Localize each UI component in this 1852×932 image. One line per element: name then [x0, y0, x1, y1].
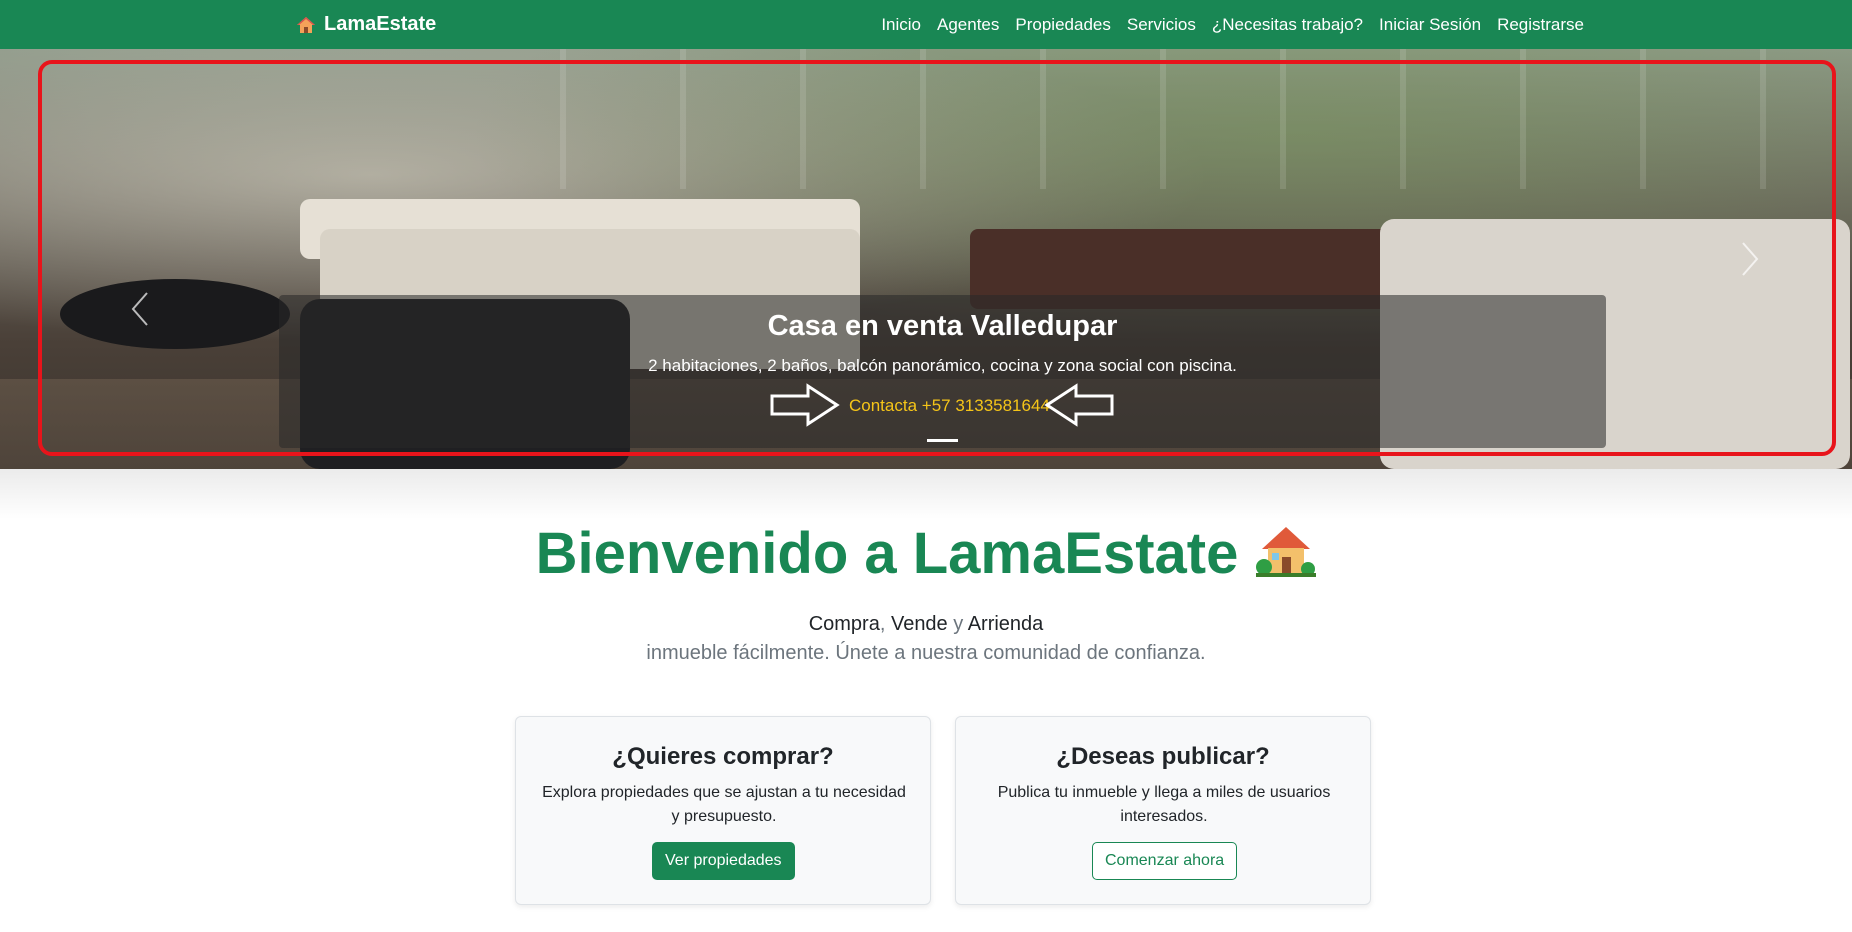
welcome-subtagline: inmueble fácilmente. Únete a nuestra com… [646, 642, 1206, 664]
welcome-title-text: Bienvenido a LamaEstate [535, 521, 1239, 586]
nav-link-trabajo[interactable]: ¿Necesitas trabajo? [1212, 15, 1363, 35]
house-with-garden-icon [1256, 527, 1317, 577]
highlight-outline [38, 60, 1836, 456]
welcome-tagline: Compra, Vende y Arrienda [0, 613, 1852, 636]
nav-link-agentes[interactable]: Agentes [937, 15, 999, 35]
house-icon [297, 16, 315, 33]
buy-card: ¿Quieres comprar? Explora propiedades qu… [515, 716, 931, 905]
navbar: LamaEstate Inicio Agentes Propiedades Se… [0, 0, 1852, 49]
ver-propiedades-button[interactable]: Ver propiedades [652, 842, 795, 880]
publish-card: ¿Deseas publicar? Publica tu inmueble y … [955, 716, 1371, 905]
buy-card-title: ¿Quieres comprar? [612, 743, 834, 770]
publish-card-title: ¿Deseas publicar? [1056, 743, 1270, 770]
brand-link[interactable]: LamaEstate [296, 0, 436, 49]
nav-link-iniciar-sesion[interactable]: Iniciar Sesión [1379, 15, 1481, 35]
nav-link-registrarse[interactable]: Registrarse [1497, 15, 1584, 35]
nav-link-servicios[interactable]: Servicios [1127, 15, 1196, 35]
tagline-separator: y [947, 613, 968, 635]
tagline-vende: Vende [890, 613, 948, 635]
comenzar-ahora-button[interactable]: Comenzar ahora [1092, 842, 1238, 880]
buy-card-text: Explora propiedades que se ajustan a tu … [542, 784, 906, 825]
welcome-heading: Bienvenido a LamaEstate [0, 520, 1852, 587]
nav-link-inicio[interactable]: Inicio [881, 15, 921, 35]
hero-shadow [0, 469, 1852, 519]
tagline-separator: , [879, 613, 891, 635]
brand-name: LamaEstate [324, 13, 437, 35]
nav-link-propiedades[interactable]: Propiedades [1015, 15, 1110, 35]
nav-links: Inicio Agentes Propiedades Servicios ¿Ne… [881, 0, 1584, 49]
publish-card-text: Publica tu inmueble y llega a miles de u… [997, 784, 1331, 825]
tagline-arrienda: Arrienda [967, 613, 1044, 635]
tagline-compra: Compra [808, 613, 880, 635]
